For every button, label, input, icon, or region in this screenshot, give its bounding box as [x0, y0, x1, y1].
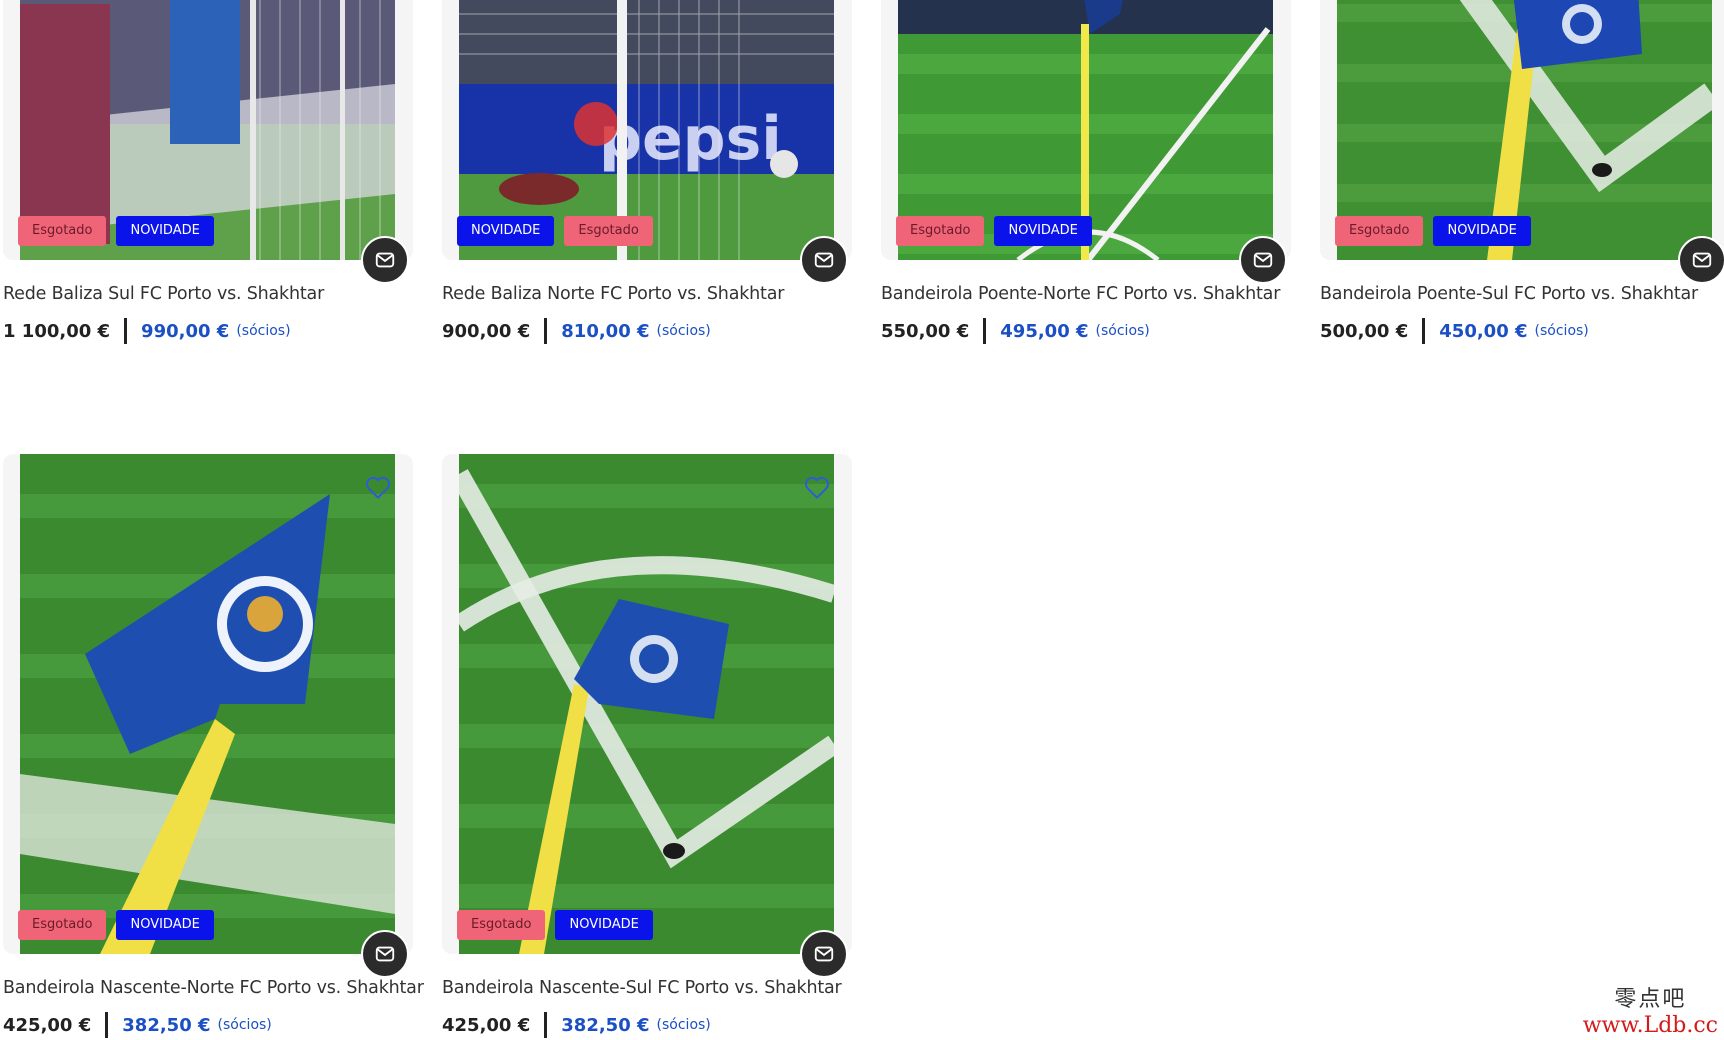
- notify-email-button[interactable]: [1239, 236, 1287, 284]
- member-price-note: (sócios): [656, 323, 711, 339]
- price-divider: [544, 318, 548, 344]
- product-image-container[interactable]: Esgotado NOVIDADE: [3, 0, 413, 284]
- badge-group: Esgotado NOVIDADE: [896, 216, 1092, 246]
- price-divider: [124, 318, 128, 344]
- product-card[interactable]: Esgotado NOVIDADE Bandeirola Nascente-Su…: [442, 454, 852, 1038]
- favorite-heart-icon[interactable]: [804, 476, 830, 500]
- watermark-logo-text: 零点吧: [1614, 987, 1687, 1012]
- sold-out-badge: Esgotado: [18, 216, 107, 246]
- notify-email-button[interactable]: [361, 236, 409, 284]
- new-badge: NOVIDADE: [994, 216, 1092, 246]
- notify-email-button[interactable]: [800, 930, 848, 978]
- member-price: 382,50 €: [122, 1014, 211, 1036]
- product-title[interactable]: Bandeirola Poente-Sul FC Porto vs. Shakh…: [1320, 284, 1724, 304]
- product-title[interactable]: Bandeirola Nascente-Norte FC Porto vs. S…: [3, 978, 424, 998]
- product-grid: Esgotado NOVIDADE Rede Baliza Sul FC Por…: [0, 0, 1724, 1040]
- price-row: 1 100,00 € 990,00 € (sócios): [3, 318, 413, 344]
- envelope-icon: [375, 946, 395, 962]
- regular-price: 900,00 €: [442, 320, 531, 342]
- price-row: 425,00 € 382,50 € (sócios): [3, 1012, 413, 1038]
- product-title[interactable]: Rede Baliza Sul FC Porto vs. Shakhtar: [3, 284, 413, 304]
- product-title[interactable]: Rede Baliza Norte FC Porto vs. Shakhtar: [442, 284, 852, 304]
- regular-price: 425,00 €: [3, 1014, 92, 1036]
- member-price-note: (sócios): [1534, 323, 1589, 339]
- regular-price: 500,00 €: [1320, 320, 1409, 342]
- product-title[interactable]: Bandeirola Nascente-Sul FC Porto vs. Sha…: [442, 978, 852, 998]
- badge-group: Esgotado NOVIDADE: [1335, 216, 1531, 246]
- product-image-container[interactable]: Esgotado NOVIDADE: [442, 454, 852, 978]
- member-price-note: (sócios): [656, 1017, 711, 1033]
- member-price: 450,00 €: [1439, 320, 1528, 342]
- product-photo[interactable]: [459, 454, 834, 954]
- member-price-note: (sócios): [236, 323, 291, 339]
- envelope-icon: [1692, 252, 1712, 268]
- new-badge: NOVIDADE: [116, 216, 214, 246]
- new-badge: NOVIDADE: [1433, 216, 1531, 246]
- member-price: 495,00 €: [1000, 320, 1089, 342]
- favorite-heart-icon[interactable]: [365, 476, 391, 500]
- sold-out-badge: Esgotado: [896, 216, 985, 246]
- badge-group: Esgotado NOVIDADE: [457, 910, 653, 940]
- regular-price: 425,00 €: [442, 1014, 531, 1036]
- new-badge: NOVIDADE: [116, 910, 214, 940]
- notify-email-button[interactable]: [800, 236, 848, 284]
- notify-email-button[interactable]: [361, 930, 409, 978]
- product-card[interactable]: Esgotado NOVIDADE Bandeirola Poente-Nort…: [881, 0, 1291, 344]
- product-image-container[interactable]: Esgotado NOVIDADE: [881, 0, 1291, 284]
- product-image-container[interactable]: Esgotado NOVIDADE: [3, 454, 413, 978]
- product-photo[interactable]: [20, 454, 395, 954]
- new-badge: NOVIDADE: [555, 910, 653, 940]
- member-price: 382,50 €: [561, 1014, 650, 1036]
- member-price-note: (sócios): [217, 1017, 272, 1033]
- regular-price: 550,00 €: [881, 320, 970, 342]
- sold-out-badge: Esgotado: [18, 910, 107, 940]
- price-row: 550,00 € 495,00 € (sócios): [881, 318, 1291, 344]
- envelope-icon: [1253, 252, 1273, 268]
- product-image-container[interactable]: pepsi NOVIDADE Esgotado: [442, 0, 852, 284]
- price-row: 900,00 € 810,00 € (sócios): [442, 318, 852, 344]
- price-divider: [983, 318, 987, 344]
- envelope-icon: [814, 252, 834, 268]
- site-watermark: 零点吧 www.Ldb.cc: [1583, 981, 1718, 1038]
- envelope-icon: [375, 252, 395, 268]
- product-card[interactable]: pepsi NOVIDADE Esgotado Rede Baliza Nort…: [442, 0, 852, 344]
- member-price-note: (sócios): [1095, 323, 1150, 339]
- new-badge: NOVIDADE: [457, 216, 555, 246]
- badge-group: Esgotado NOVIDADE: [18, 216, 214, 246]
- sold-out-badge: Esgotado: [1335, 216, 1424, 246]
- badge-group: Esgotado NOVIDADE: [18, 910, 214, 940]
- price-divider: [544, 1012, 548, 1038]
- envelope-icon: [814, 946, 834, 962]
- sold-out-badge: Esgotado: [457, 910, 546, 940]
- watermark-url: www.Ldb.cc: [1582, 1013, 1718, 1038]
- member-price: 810,00 €: [561, 320, 650, 342]
- price-row: 500,00 € 450,00 € (sócios): [1320, 318, 1724, 344]
- price-divider: [1422, 318, 1426, 344]
- price-divider: [105, 1012, 109, 1038]
- product-card[interactable]: Esgotado NOVIDADE Rede Baliza Sul FC Por…: [3, 0, 413, 344]
- product-card[interactable]: Esgotado NOVIDADE Bandeirola Poente-Sul …: [1320, 0, 1724, 344]
- product-card[interactable]: Esgotado NOVIDADE Bandeirola Nascente-No…: [3, 454, 424, 1038]
- regular-price: 1 100,00 €: [3, 320, 111, 342]
- product-image-container[interactable]: Esgotado NOVIDADE: [1320, 0, 1724, 284]
- notify-email-button[interactable]: [1678, 236, 1724, 284]
- badge-group: NOVIDADE Esgotado: [457, 216, 653, 246]
- price-row: 425,00 € 382,50 € (sócios): [442, 1012, 852, 1038]
- member-price: 990,00 €: [141, 320, 230, 342]
- product-title[interactable]: Bandeirola Poente-Norte FC Porto vs. Sha…: [881, 284, 1291, 304]
- sold-out-badge: Esgotado: [564, 216, 653, 246]
